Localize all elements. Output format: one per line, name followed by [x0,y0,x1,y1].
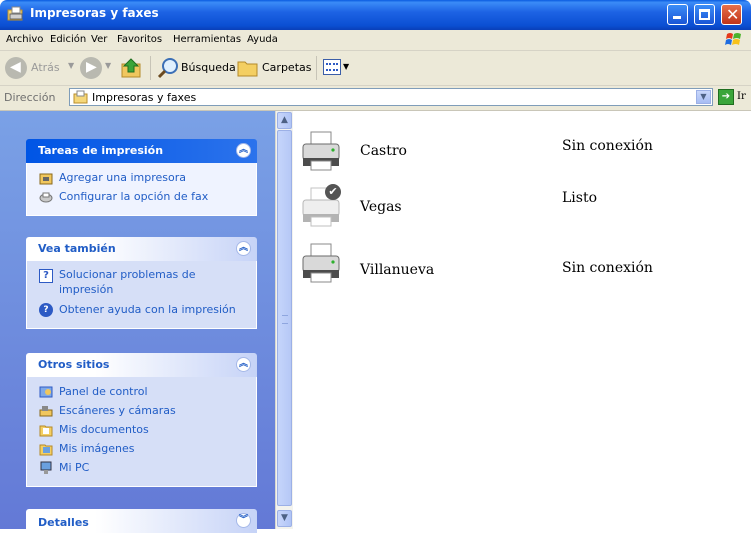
panel-title: Otros sitios [38,358,110,371]
panel-header[interactable]: Tareas de impresión ︽ [26,139,257,163]
menu-ver[interactable]: Ver [91,34,107,45]
arrow-right-icon: ▶ [86,59,97,75]
printer-name: Villanueva [360,262,435,278]
panel-header[interactable]: Otros sitios ︽ [26,353,257,377]
title-bar[interactable]: Impresoras y faxes ✕ [0,0,751,30]
close-icon: ✕ [726,5,740,24]
back-button[interactable]: ◀ [5,57,27,79]
folders-button[interactable]: Carpetas [262,61,311,74]
collapse-icon[interactable]: ︽ [236,143,251,158]
expand-icon[interactable]: ︾ [236,513,251,528]
panel-print-tasks: Tareas de impresión ︽ Agregar una impres… [26,139,257,216]
my-computer-link[interactable]: Mi PC [27,459,256,478]
printer-name: Castro [360,143,407,159]
back-label[interactable]: Atrás [31,61,60,74]
documents-folder-icon [39,425,53,437]
address-label: Dirección [4,91,56,104]
troubleshoot-printing-link[interactable]: ? Solucionar problemas de impresión [27,267,256,301]
toolbar-separator [150,56,151,80]
panel-other-places: Otros sitios ︽ Panel de control Escánere… [26,353,257,487]
panel-header[interactable]: Vea también ︽ [26,237,257,261]
panel-body: Agregar una impresora Configurar la opci… [26,163,257,216]
close-button[interactable]: ✕ [721,4,742,25]
fax-icon [39,192,53,203]
scroll-up-button[interactable]: ▲ [277,112,292,129]
panel-header[interactable]: Detalles ︾ [26,509,257,533]
menu-bar: Archivo Edición Ver Favoritos Herramient… [0,30,751,51]
arrow-left-icon: ◀ [10,59,21,75]
help-icon: ? [39,269,53,283]
forward-button[interactable]: ▶ [80,57,102,79]
scanners-cameras-link[interactable]: Escáneres y cámaras [27,402,256,421]
printer-name: Vegas [360,199,402,215]
printer-status: Sin conexión [562,260,653,276]
toolbar: ◀ Atrás ▼ ▶ ▼ Búsqueda Carpetas ▼ [0,51,751,86]
vertical-scrollbar[interactable]: ▲ ▼ [275,111,293,529]
printer-folder-icon [7,6,23,21]
scanner-camera-icon [39,406,53,417]
panel-title: Tareas de impresión [38,144,164,157]
address-dropdown-icon[interactable]: ▼ [696,90,711,104]
help-circle-icon: ? [39,303,53,317]
my-pictures-link[interactable]: Mis imágenes [27,440,256,459]
search-button[interactable]: Búsqueda [181,61,236,74]
add-printer-icon [39,173,53,185]
panel-title: Vea también [38,242,116,255]
printer-status: Listo [562,190,598,206]
collapse-icon[interactable]: ︽ [236,357,251,372]
maximize-button[interactable] [694,4,715,25]
panel-see-also: Vea también ︽ ? Solucionar problemas de … [26,237,257,329]
printer-folder-icon [73,90,88,104]
go-button[interactable]: Ir [737,91,746,102]
printer-item[interactable]: Villanueva Sin conexión [300,242,720,294]
panel-details: Detalles ︾ [26,509,257,533]
views-dropdown-icon[interactable]: ▼ [343,62,349,71]
menu-edicion[interactable]: Edición [50,34,86,45]
go-arrow-icon[interactable]: ➔ [718,89,734,105]
control-panel-icon [39,386,53,398]
my-documents-link[interactable]: Mis documentos [27,421,256,440]
panel-body: Panel de control Escáneres y cámaras Mis… [26,377,257,487]
scroll-thumb[interactable] [277,130,292,506]
menu-herramientas[interactable]: Herramientas [173,34,241,45]
control-panel-link[interactable]: Panel de control [27,383,256,402]
printer-item[interactable]: Castro Sin conexión [300,130,720,182]
address-value: Impresoras y faxes [92,91,197,104]
menu-archivo[interactable]: Archivo [6,34,43,45]
views-icon[interactable] [323,59,341,75]
printer-icon [302,243,340,283]
menu-favoritos[interactable]: Favoritos [117,34,162,45]
forward-dropdown-icon[interactable]: ▼ [105,61,111,70]
configure-fax-link[interactable]: Configurar la opción de fax [27,188,256,207]
panel-title: Detalles [38,516,89,529]
add-printer-link[interactable]: Agregar una impresora [27,169,256,188]
menu-ayuda[interactable]: Ayuda [247,34,278,45]
default-printer-check-icon: ✔ [325,184,341,200]
maximize-icon [699,9,710,20]
search-icon [157,58,178,79]
up-folder-icon[interactable] [120,57,144,79]
panel-body: ? Solucionar problemas de impresión ? Ob… [26,261,257,329]
minimize-icon [673,16,681,19]
minimize-button[interactable] [667,4,688,25]
task-pane: Tareas de impresión ︽ Agregar una impres… [0,111,275,533]
scroll-down-button[interactable]: ▼ [277,510,292,527]
windows-logo-icon [725,33,741,45]
folders-icon [237,61,258,77]
collapse-icon[interactable]: ︽ [236,241,251,256]
pictures-folder-icon [39,444,53,456]
address-bar: Dirección Impresoras y faxes ▼ ➔ Ir [0,86,751,111]
address-field[interactable]: Impresoras y faxes ▼ [69,88,713,106]
printing-help-link[interactable]: ? Obtener ayuda con la impresión [27,301,256,320]
printer-item[interactable]: ✔ Vegas Listo [300,184,720,238]
toolbar-separator [316,56,317,80]
grip-icon [282,315,288,324]
window-title: Impresoras y faxes [30,6,159,20]
back-dropdown-icon[interactable]: ▼ [68,61,74,70]
printer-status: Sin conexión [562,138,653,154]
computer-icon [40,461,52,474]
printer-icon [302,131,340,171]
